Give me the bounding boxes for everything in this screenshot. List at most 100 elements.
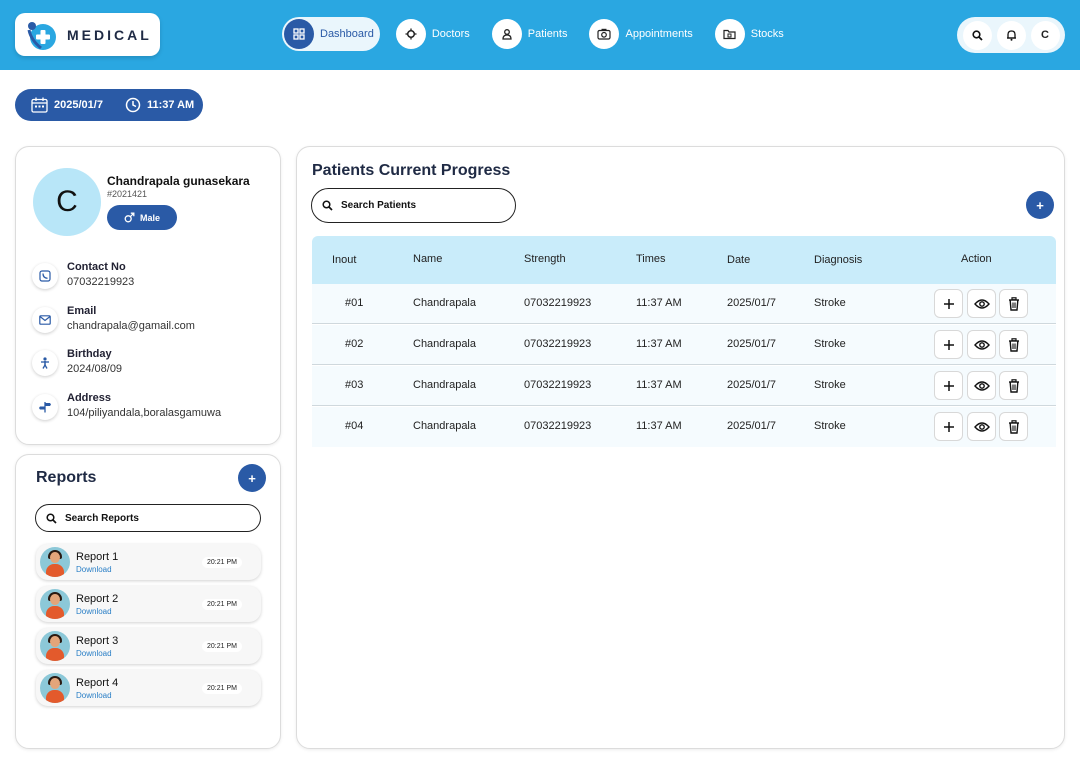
eye-icon xyxy=(973,421,990,432)
add-patient-button[interactable]: + xyxy=(1026,191,1054,219)
cell-inout: #01 xyxy=(345,297,364,309)
camera-icon xyxy=(589,19,620,49)
trash-icon xyxy=(1008,296,1019,311)
top-bar: MEDICAL Dashboard Doctors Patients Appoi… xyxy=(0,0,1080,70)
cell-time: 11:37 AM xyxy=(636,297,682,309)
table-row: #04 Chandrapala 07032219923 11:37 AM 202… xyxy=(312,407,1056,447)
report-time: 20:21 PM xyxy=(202,598,242,610)
view-action-button[interactable] xyxy=(967,289,996,318)
current-time: 11:37 AM xyxy=(146,99,195,111)
table-row: #01 Chandrapala 07032219923 11:37 AM 202… xyxy=(312,284,1056,324)
cell-inout: #03 xyxy=(345,379,364,391)
report-item[interactable]: Report 4 Download 20:21 PM xyxy=(36,670,261,706)
cell-date: 2025/01/7 xyxy=(727,420,776,432)
cell-strength: 07032219923 xyxy=(524,297,592,309)
folder-icon xyxy=(714,19,745,49)
cell-diagnosis: Stroke xyxy=(814,379,846,391)
nav-appointments[interactable]: Appointments xyxy=(587,17,698,51)
trash-icon xyxy=(1008,419,1019,434)
delete-action-button[interactable] xyxy=(999,412,1028,441)
report-time: 20:21 PM xyxy=(202,682,242,694)
search-button[interactable] xyxy=(962,20,992,50)
delete-action-button[interactable] xyxy=(999,289,1028,318)
bell-icon xyxy=(1006,30,1016,41)
phone-icon xyxy=(32,263,58,289)
col-inout: Inout xyxy=(332,254,357,266)
birthday-info: Birthday 2024/08/09 xyxy=(32,348,122,376)
cell-inout: #04 xyxy=(345,420,364,432)
add-action-button[interactable] xyxy=(934,371,963,400)
add-action-button[interactable] xyxy=(934,330,963,359)
address-label: Address xyxy=(67,392,112,404)
nav-dashboard-label: Dashboard xyxy=(320,28,374,40)
download-link[interactable]: Download xyxy=(76,565,202,574)
main-nav: Dashboard Doctors Patients Appointments … xyxy=(282,17,790,51)
progress-title: Patients Current Progress xyxy=(312,162,511,179)
gender-badge[interactable]: Male xyxy=(107,205,177,230)
nav-patients[interactable]: Patients xyxy=(490,17,574,51)
cell-date: 2025/01/7 xyxy=(727,297,776,309)
cell-diagnosis: Stroke xyxy=(814,420,846,432)
nav-dashboard[interactable]: Dashboard xyxy=(282,17,380,51)
search-icon xyxy=(322,200,333,211)
address-value: 104/piliyandala,boralasgamuwa xyxy=(67,407,222,419)
report-time: 20:21 PM xyxy=(202,640,242,652)
cell-date: 2025/01/7 xyxy=(727,338,776,350)
search-icon xyxy=(46,512,57,524)
doctor-avatar xyxy=(40,673,70,703)
eye-icon xyxy=(973,298,990,309)
reports-card: Reports + Search Reports Report 1 Downlo… xyxy=(15,454,281,749)
dashboard-icon xyxy=(284,19,314,49)
col-action: Action xyxy=(961,253,992,265)
delete-action-button[interactable] xyxy=(999,330,1028,359)
report-title: Report 2 xyxy=(76,592,119,605)
cell-inout: #02 xyxy=(345,338,364,350)
birthday-label: Birthday xyxy=(67,348,112,360)
download-link[interactable]: Download xyxy=(76,607,202,616)
report-title: Report 4 xyxy=(76,676,119,689)
view-action-button[interactable] xyxy=(967,412,996,441)
user-avatar-button[interactable]: C xyxy=(1030,20,1060,50)
report-item[interactable]: Report 1 Download 20:21 PM xyxy=(36,544,261,580)
header-tools: C xyxy=(957,17,1065,53)
gender-label: Male xyxy=(139,212,160,223)
birthday-value: 2024/08/09 xyxy=(67,363,123,375)
cell-date: 2025/01/7 xyxy=(727,379,776,391)
add-action-button[interactable] xyxy=(934,412,963,441)
notifications-button[interactable] xyxy=(996,20,1026,50)
report-item[interactable]: Report 3 Download 20:21 PM xyxy=(36,628,261,664)
current-date: 2025/01/7 xyxy=(54,99,103,111)
eye-icon xyxy=(973,339,990,350)
calendar-icon xyxy=(31,97,48,113)
plus-icon xyxy=(943,380,954,391)
nav-stocks[interactable]: Stocks xyxy=(713,17,790,51)
cell-strength: 07032219923 xyxy=(524,420,592,432)
download-link[interactable]: Download xyxy=(76,649,202,658)
contact-label: Contact No xyxy=(67,261,126,273)
plus-icon xyxy=(943,298,954,309)
cell-time: 11:37 AM xyxy=(636,379,682,391)
report-title: Report 3 xyxy=(76,634,119,647)
report-title: Report 1 xyxy=(76,550,119,563)
date-time-pill: 2025/01/7 11:37 AM xyxy=(15,89,203,121)
view-action-button[interactable] xyxy=(967,330,996,359)
add-action-button[interactable] xyxy=(934,289,963,318)
male-icon xyxy=(124,212,135,223)
brand-logo[interactable]: MEDICAL xyxy=(15,13,160,56)
col-date: Date xyxy=(727,254,751,266)
search-reports-input[interactable]: Search Reports xyxy=(35,504,261,532)
cell-strength: 07032219923 xyxy=(524,379,592,391)
patient-avatar: C xyxy=(33,168,101,236)
nav-doctors[interactable]: Doctors xyxy=(394,17,476,51)
cell-time: 11:37 AM xyxy=(636,338,682,350)
view-action-button[interactable] xyxy=(967,371,996,400)
delete-action-button[interactable] xyxy=(999,371,1028,400)
report-item[interactable]: Report 2 Download 20:21 PM xyxy=(36,586,261,622)
nav-appointments-label: Appointments xyxy=(625,28,693,40)
table-row: #02 Chandrapala 07032219923 11:37 AM 202… xyxy=(312,325,1056,365)
download-link[interactable]: Download xyxy=(76,691,202,700)
add-report-button[interactable]: + xyxy=(238,464,266,492)
search-patients-input[interactable]: Search Patients xyxy=(311,188,516,223)
patient-icon xyxy=(491,19,522,49)
signpost-icon xyxy=(32,394,58,420)
